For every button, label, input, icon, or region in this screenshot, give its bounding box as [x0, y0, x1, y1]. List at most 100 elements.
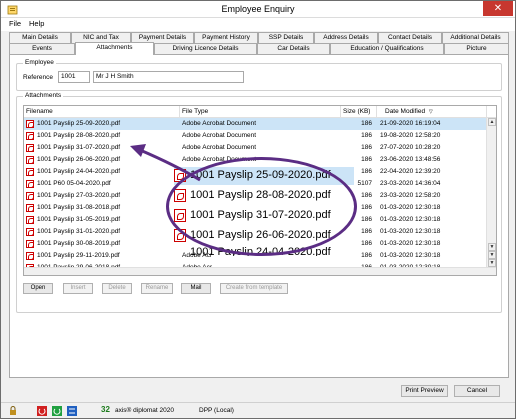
pdf-icon	[26, 180, 34, 188]
pdf-icon	[174, 209, 186, 222]
tab-row-2: Events Attachments Driving Licence Detai…	[9, 42, 509, 55]
tab-car-details[interactable]: Car Details	[257, 43, 330, 54]
refresh-green-icon	[52, 406, 62, 416]
tab-education-qualifications[interactable]: Education / Qualifications	[330, 43, 444, 54]
refresh-red-icon	[37, 406, 47, 416]
cell-file-type: Adobe Acrobat Document	[182, 144, 257, 151]
sort-indicator-icon: ▽	[428, 109, 433, 115]
scroll-up-icon[interactable]: ▲	[488, 118, 496, 126]
tab-contact-details[interactable]: Contact Details	[378, 32, 442, 43]
cell-date-modified: 01-03-2020 12:30:18	[380, 252, 441, 259]
open-button[interactable]: Open	[23, 283, 53, 294]
status-count: 32	[101, 405, 110, 414]
cell-date-modified: 23-03-2020 14:36:04	[380, 180, 441, 187]
zoom-row-filename: 1001 Payslip 28-08-2020.pdf	[190, 189, 331, 201]
pdf-icon	[174, 169, 186, 182]
list-header: Filename File Type Size (KB) Date Modifi…	[24, 106, 496, 118]
vertical-scrollbar[interactable]: ▲ ▼ ▼ ▼	[486, 118, 496, 267]
lock-icon	[10, 406, 16, 415]
cell-file-type: Adobe Acrobat Document	[182, 132, 257, 139]
pdf-icon	[26, 228, 34, 236]
column-date-modified-label: Date Modified	[385, 108, 426, 115]
employee-name-field[interactable]: Mr J H Smith	[93, 71, 244, 83]
cell-filename: 1001 Payslip 31-08-2018.pdf	[37, 204, 121, 211]
cell-date-modified: 23-06-2020 13:48:56	[380, 156, 441, 163]
status-bar: 32 axis® diplomat 2020 DPP (Local)	[1, 402, 515, 418]
title-bar: Employee Enquiry ✕	[1, 1, 515, 18]
reference-field[interactable]: 1001	[58, 71, 90, 83]
cell-filename: 1001 Payslip 28-08-2020.pdf	[37, 132, 121, 139]
cell-filename: 1001 Payslip 29-11-2019.pdf	[37, 252, 120, 259]
zoom-row-filename: 1001 Payslip 24-04-2020.pdf	[190, 247, 331, 256]
print-preview-button[interactable]: Print Preview	[401, 385, 448, 397]
column-date-modified[interactable]: Date Modified ▽	[377, 106, 487, 118]
rename-button[interactable]: Rename	[141, 283, 173, 294]
zoom-row-2: 1001 Payslip 28-08-2020.pdf	[174, 187, 354, 205]
cell-size: 186	[361, 156, 372, 163]
cell-date-modified: 01-03-2020 12:30:18	[380, 228, 441, 235]
status-product: axis® diplomat 2020	[115, 407, 174, 414]
scroll-down-icon[interactable]: ▼	[488, 243, 496, 251]
pdf-icon	[26, 144, 34, 152]
pdf-icon	[26, 132, 34, 140]
menu-bar: File Help	[1, 18, 515, 31]
window-title: Employee Enquiry	[221, 4, 295, 14]
cell-date-modified: 01-03-2020 12:30:18	[380, 240, 441, 247]
table-row[interactable]: 1001 Payslip 31-07-2020.pdf Adobe Acrobat…	[24, 142, 496, 154]
attachments-group-title: Attachments	[23, 92, 64, 99]
tab-picture[interactable]: Picture	[444, 43, 509, 54]
insert-button[interactable]: Insert	[63, 283, 93, 294]
menu-file[interactable]: File	[9, 19, 21, 28]
column-filename[interactable]: Filename	[24, 106, 180, 118]
table-row[interactable]: 1001 Payslip 28-08-2020.pdf Adobe Acrobat…	[24, 130, 496, 142]
cell-filename: 1001 Payslip 27-03-2020.pdf	[37, 192, 121, 199]
cell-date-modified: 23-03-2020 12:58:20	[380, 192, 441, 199]
tab-additional-details[interactable]: Additional Details	[442, 32, 509, 43]
cell-file-type: Adobe Acrobat Document	[182, 120, 257, 127]
pdf-icon	[174, 229, 186, 242]
tab-payment-history[interactable]: Payment History	[194, 32, 258, 43]
column-size[interactable]: Size (KB)	[341, 106, 377, 118]
pdf-icon	[26, 120, 34, 128]
zoom-row-4: 1001 Payslip 26-06-2020.pdf	[174, 227, 354, 245]
table-row[interactable]: 1001 Payslip 25-09-2020.pdf Adobe Acrobat…	[24, 118, 496, 130]
cell-date-modified: 01-03-2020 12:30:18	[380, 204, 441, 211]
employee-group-title: Employee	[23, 59, 56, 66]
cell-date-modified: 19-08-2020 12:58:20	[380, 132, 441, 139]
cell-date-modified: 27-07-2020 10:28:20	[380, 144, 441, 151]
cell-date-modified: 21-09-2020 16:19:04	[380, 120, 441, 127]
tab-main-details[interactable]: Main Details	[9, 32, 71, 43]
table-row[interactable]: 1001 Payslip 26-06-2020.pdf Adobe Acrobat…	[24, 154, 496, 166]
create-from-template-button[interactable]: Create from template	[220, 283, 288, 294]
cell-filename: 1001 Payslip 31-07-2020.pdf	[37, 144, 121, 151]
pdf-icon	[26, 168, 34, 176]
pdf-icon	[26, 252, 34, 260]
cell-date-modified: 01-03-2020 12:30:18	[380, 216, 441, 223]
tab-driving-licence-details[interactable]: Driving Licence Details	[154, 43, 257, 54]
tab-address-details[interactable]: Address Details	[314, 32, 378, 43]
cell-size: 186	[361, 120, 372, 127]
cell-file-type: Adobe Acrobat Document	[182, 156, 257, 163]
mail-button[interactable]: Mail	[181, 283, 211, 294]
reference-label: Reference	[23, 74, 53, 81]
horizontal-scrollbar[interactable]	[24, 267, 496, 275]
tab-ssp-details[interactable]: SSP Details	[258, 32, 314, 43]
tab-events[interactable]: Events	[9, 43, 75, 54]
pdf-icon	[26, 240, 34, 248]
cell-filename: 1001 Payslip 25-09-2020.pdf	[37, 120, 121, 127]
pdf-icon	[26, 192, 34, 200]
menu-help[interactable]: Help	[29, 19, 44, 28]
zoom-row-filename: 1001 Payslip 31-07-2020.pdf	[190, 209, 331, 221]
column-file-type[interactable]: File Type	[180, 106, 341, 118]
tab-attachments[interactable]: Attachments	[75, 42, 154, 55]
scroll-end-icon[interactable]: ▼	[488, 259, 496, 267]
exchange-icon	[67, 406, 77, 416]
zoom-row-1: 1001 Payslip 25-09-2020.pdf	[174, 167, 354, 185]
cancel-button[interactable]: Cancel	[454, 385, 500, 397]
close-button[interactable]: ✕	[483, 1, 513, 16]
cell-date-modified: 22-04-2020 12:39:20	[380, 168, 441, 175]
zoom-row-5: 1001 Payslip 24-04-2020.pdf	[174, 247, 354, 256]
employee-group: Employee Reference 1001 Mr J H Smith	[16, 59, 502, 91]
delete-button[interactable]: Delete	[102, 283, 132, 294]
scroll-page-down-icon[interactable]: ▼	[488, 251, 496, 259]
